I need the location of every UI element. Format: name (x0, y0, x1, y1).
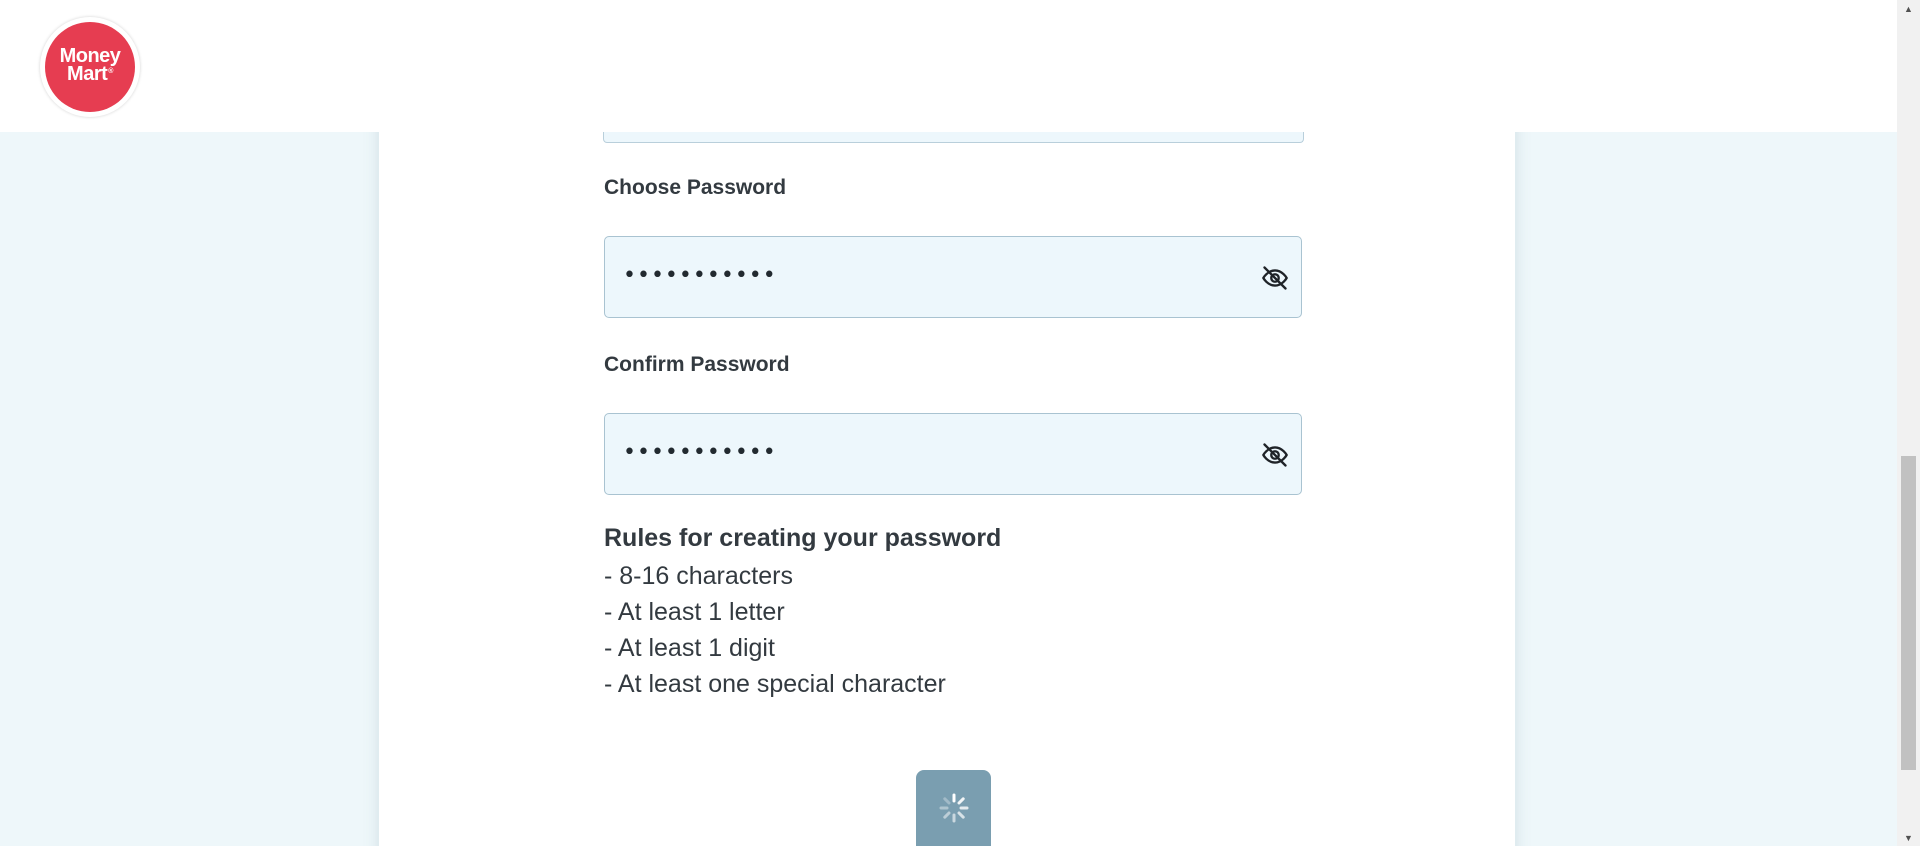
page: Money Mart® Choose Password ••••••••••• … (0, 0, 1920, 846)
choose-password-input[interactable]: ••••••••••• (604, 236, 1302, 318)
confirm-password-input[interactable]: ••••••••••• (604, 413, 1302, 495)
logo-text-mart: Mart® (67, 62, 113, 88)
confirm-password-value: ••••••••••• (623, 440, 777, 465)
eye-slash-icon[interactable] (1261, 441, 1289, 469)
password-rules-list: - 8-16 characters - At least 1 letter - … (604, 561, 946, 705)
money-mart-logo[interactable]: Money Mart® (40, 17, 140, 117)
scrollbar-thumb[interactable] (1901, 456, 1916, 770)
logo-registered-mark: ® (108, 67, 113, 75)
password-rules-title: Rules for creating your password (604, 524, 1002, 552)
scroll-up-arrow-icon[interactable]: ▲ (1897, 0, 1920, 17)
site-header: Money Mart® (0, 0, 1897, 132)
eye-slash-icon[interactable] (1261, 264, 1289, 292)
scroll-down-arrow-icon[interactable]: ▼ (1897, 829, 1920, 846)
vertical-scrollbar[interactable]: ▲ ▼ (1897, 0, 1920, 846)
confirm-password-label: Confirm Password (604, 353, 790, 376)
password-rule-item: - 8-16 characters (604, 562, 793, 590)
choose-password-value: ••••••••••• (623, 263, 777, 288)
submit-button[interactable] (916, 770, 991, 846)
spinner-icon (939, 793, 968, 823)
password-rule-item: - At least 1 letter (604, 598, 785, 626)
choose-password-label: Choose Password (604, 176, 787, 199)
password-rule-item: - At least one special character (604, 670, 946, 698)
logo-text-mart-word: Mart (67, 62, 108, 85)
password-rule-item: - At least 1 digit (604, 634, 775, 662)
logo-badge: Money Mart® (45, 22, 135, 112)
